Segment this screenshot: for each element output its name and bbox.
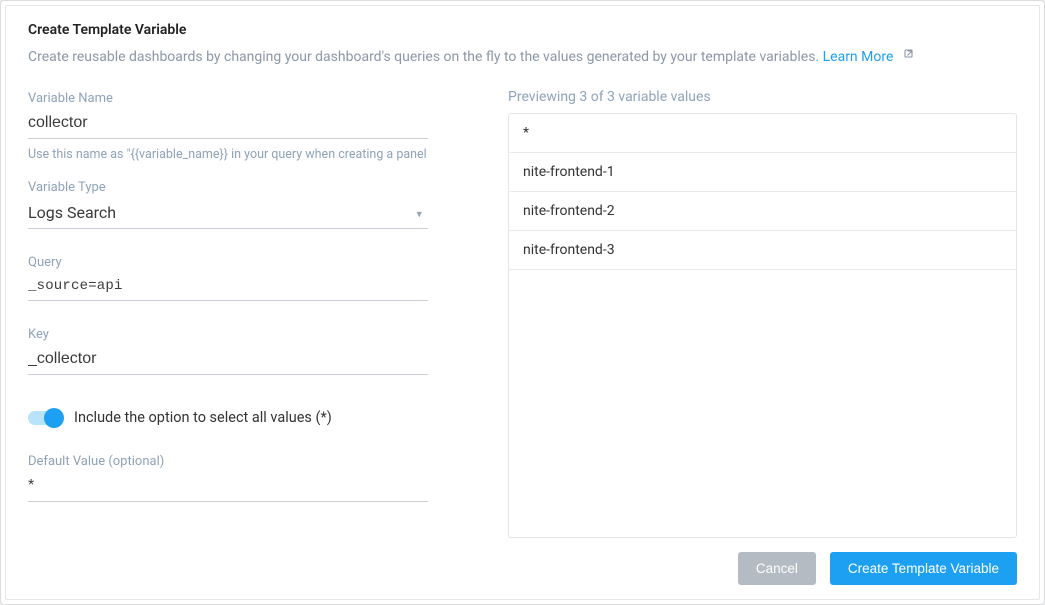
dialog-footer: Cancel Create Template Variable: [28, 538, 1017, 585]
learn-more-link[interactable]: Learn More: [823, 49, 894, 65]
external-link-icon: [903, 48, 915, 64]
preview-label: Previewing 3 of 3 variable values: [508, 89, 1017, 105]
dialog-inner: Create Template Variable Create reusable…: [5, 5, 1040, 600]
variable-type-label: Variable Type: [28, 180, 428, 195]
dialog-body: Variable Name Use this name as "{{variab…: [28, 87, 1017, 538]
query-label: Query: [28, 255, 428, 270]
variable-type-value: Logs Search: [28, 199, 428, 229]
create-button[interactable]: Create Template Variable: [830, 552, 1017, 585]
preview-item[interactable]: *: [509, 114, 1016, 153]
default-value-field: Default Value (optional): [28, 450, 428, 502]
preview-item[interactable]: nite-frontend-2: [509, 192, 1016, 231]
variable-name-label: Variable Name: [28, 91, 428, 106]
key-field: Key: [28, 323, 428, 375]
default-value-input[interactable]: [28, 473, 428, 502]
dialog-subtitle-text: Create reusable dashboards by changing y…: [28, 49, 819, 65]
variable-name-helper: Use this name as "{{variable_name}} in y…: [28, 147, 428, 162]
include-all-label: Include the option to select all values …: [74, 409, 332, 426]
preview-item[interactable]: nite-frontend-3: [509, 231, 1016, 270]
include-all-row: Include the option to select all values …: [28, 409, 428, 426]
dialog-subtitle: Create reusable dashboards by changing y…: [28, 48, 1017, 65]
variable-type-select[interactable]: Logs Search ▾: [28, 199, 428, 229]
dialog-window: Create Template Variable Create reusable…: [0, 0, 1045, 605]
preview-column: Previewing 3 of 3 variable values * nite…: [508, 87, 1017, 538]
form-column: Variable Name Use this name as "{{variab…: [28, 87, 428, 538]
variable-name-input[interactable]: [28, 110, 428, 139]
dialog-title: Create Template Variable: [28, 22, 1017, 38]
cancel-button[interactable]: Cancel: [738, 552, 816, 585]
query-field: Query: [28, 251, 428, 301]
preview-empty-space: [509, 270, 1016, 537]
preview-item[interactable]: nite-frontend-1: [509, 153, 1016, 192]
key-label: Key: [28, 327, 428, 342]
default-value-label: Default Value (optional): [28, 454, 428, 469]
query-input[interactable]: [28, 274, 428, 301]
toggle-knob: [44, 408, 64, 428]
preview-list: * nite-frontend-1 nite-frontend-2 nite-f…: [508, 113, 1017, 538]
include-all-toggle[interactable]: [28, 411, 62, 425]
key-input[interactable]: [28, 346, 428, 375]
